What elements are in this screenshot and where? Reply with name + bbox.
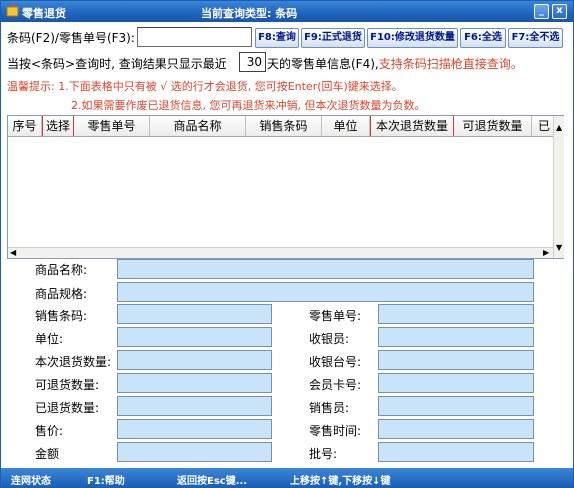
amount-label: 金额 (35, 447, 60, 461)
col-returned-qty[interactable]: 已 (532, 116, 553, 136)
returnable-qty-field (117, 373, 272, 393)
product-spec-label: 商品规格: (35, 287, 88, 301)
grid-vertical-scrollbar[interactable]: ▲ ▼ (553, 116, 564, 258)
window-title: 零售退货 (22, 7, 66, 20)
detail-panel: 商品名称: 商品规格: 销售条码: 零售单号: 单位: 收银员: 本次退货数量:… (1, 259, 573, 466)
product-name-field (117, 259, 534, 279)
recent-suffix-line: 天的零售单信息(F4),支持条码扫描枪直接查询。 (267, 55, 523, 72)
scroll-up-icon[interactable]: ▲ (556, 124, 562, 132)
returned-qty-label: 已退货数量: (35, 401, 100, 415)
recent-suffix: 天的零售单信息(F4), (267, 57, 379, 71)
batch-no-field (378, 442, 534, 462)
retail-no-label: 零售单号: (309, 309, 362, 323)
col-retail-no[interactable]: 零售单号 (74, 116, 150, 136)
return-grid[interactable]: 序号 选择 零售单号 商品名称 销售条码 单位 本次退货数量 可退货数量 已 ▲… (7, 115, 564, 259)
formal-return-button[interactable]: F9:正式退货 (301, 28, 365, 48)
query-button[interactable]: F8:查询 (255, 28, 299, 48)
returned-qty-field (117, 396, 272, 416)
select-all-button[interactable]: F6:全选 (460, 28, 506, 48)
modify-qty-button[interactable]: F10:修改退货数量 (367, 28, 458, 48)
salesperson-field (378, 396, 534, 416)
cashier-label: 收银员: (309, 332, 350, 346)
unit-field (117, 327, 272, 347)
price-label: 售价: (35, 424, 64, 438)
barcode-input[interactable] (137, 27, 252, 47)
product-name-label: 商品名称: (35, 263, 88, 277)
days-input[interactable]: 30 (239, 52, 266, 72)
member-card-label: 会员卡号: (309, 378, 362, 392)
scroll-down-icon[interactable]: ▼ (556, 244, 562, 252)
close-button[interactable]: x (552, 4, 567, 19)
col-returnable-qty[interactable]: 可退货数量 (454, 116, 532, 136)
query-type-label: 当前查询类型: 条码 (201, 7, 298, 20)
cashier-field (378, 327, 534, 347)
title-bar: 零售退货 当前查询类型: 条码 _ x (1, 1, 573, 22)
tip-line-1: 温馨提示: 1.下面表格中只有被 √ 选的行才会退货, 您可按Enter(回车)… (7, 80, 403, 93)
return-qty-field[interactable] (117, 350, 272, 370)
return-qty-label: 本次退货数量: (35, 355, 112, 369)
col-unit[interactable]: 单位 (322, 116, 370, 136)
grid-header: 序号 选择 零售单号 商品名称 销售条码 单位 本次退货数量 可退货数量 已 (8, 116, 553, 137)
unit-label: 单位: (35, 332, 64, 346)
deselect-all-button[interactable]: F7:全不选 (508, 28, 563, 48)
col-return-qty[interactable]: 本次退货数量 (370, 116, 454, 136)
member-card-field (378, 373, 534, 393)
recent-prefix: 当按<条码>查询时, 查询结果只显示最近 (7, 57, 227, 71)
col-select[interactable]: 选择 (42, 116, 74, 136)
back-hint: 返回按Esc键... (177, 476, 248, 487)
scanner-hint: 支持条码扫描枪直接查询。 (378, 57, 523, 71)
col-barcode[interactable]: 销售条码 (246, 116, 322, 136)
grid-horizontal-scrollbar[interactable]: ◀ ▶ (8, 247, 553, 258)
retail-time-label: 零售时间: (309, 424, 362, 438)
scroll-right-icon[interactable]: ▶ (543, 249, 549, 257)
nav-hint: 上移按↑键,下移按↓键 (290, 476, 391, 487)
search-label: 条码(F2)/零售单号(F3): (7, 31, 135, 45)
status-bar: 连网状态 F1:帮助 返回按Esc键... 上移按↑键,下移按↓键 (1, 468, 573, 487)
retail-no-field (378, 304, 534, 324)
connection-status: 连网状态 (11, 476, 51, 487)
register-no-label: 收银台号: (309, 355, 362, 369)
help-hint: F1:帮助 (87, 476, 125, 487)
tip-line-2: 2.如果需要作废已退货信息, 您可再退货来冲销, 但本次退货数量为负数。 (71, 99, 426, 112)
salesperson-label: 销售员: (309, 401, 350, 415)
amount-field (117, 442, 272, 462)
return-window: 零售退货 当前查询类型: 条码 _ x 条码(F2)/零售单号(F3): F8:… (0, 0, 574, 488)
col-seq[interactable]: 序号 (8, 116, 42, 136)
product-spec-field (117, 282, 534, 302)
returnable-qty-label: 可退货数量: (35, 378, 100, 392)
batch-no-label: 批号: (309, 447, 338, 461)
minimize-button[interactable]: _ (534, 4, 549, 19)
sales-barcode-field (117, 304, 272, 324)
register-no-field (378, 350, 534, 370)
scroll-left-icon[interactable]: ◀ (10, 249, 16, 257)
app-icon (6, 4, 19, 17)
sales-barcode-label: 销售条码: (35, 309, 88, 323)
col-product-name[interactable]: 商品名称 (150, 116, 246, 136)
retail-time-field (378, 419, 534, 439)
price-field (117, 419, 272, 439)
